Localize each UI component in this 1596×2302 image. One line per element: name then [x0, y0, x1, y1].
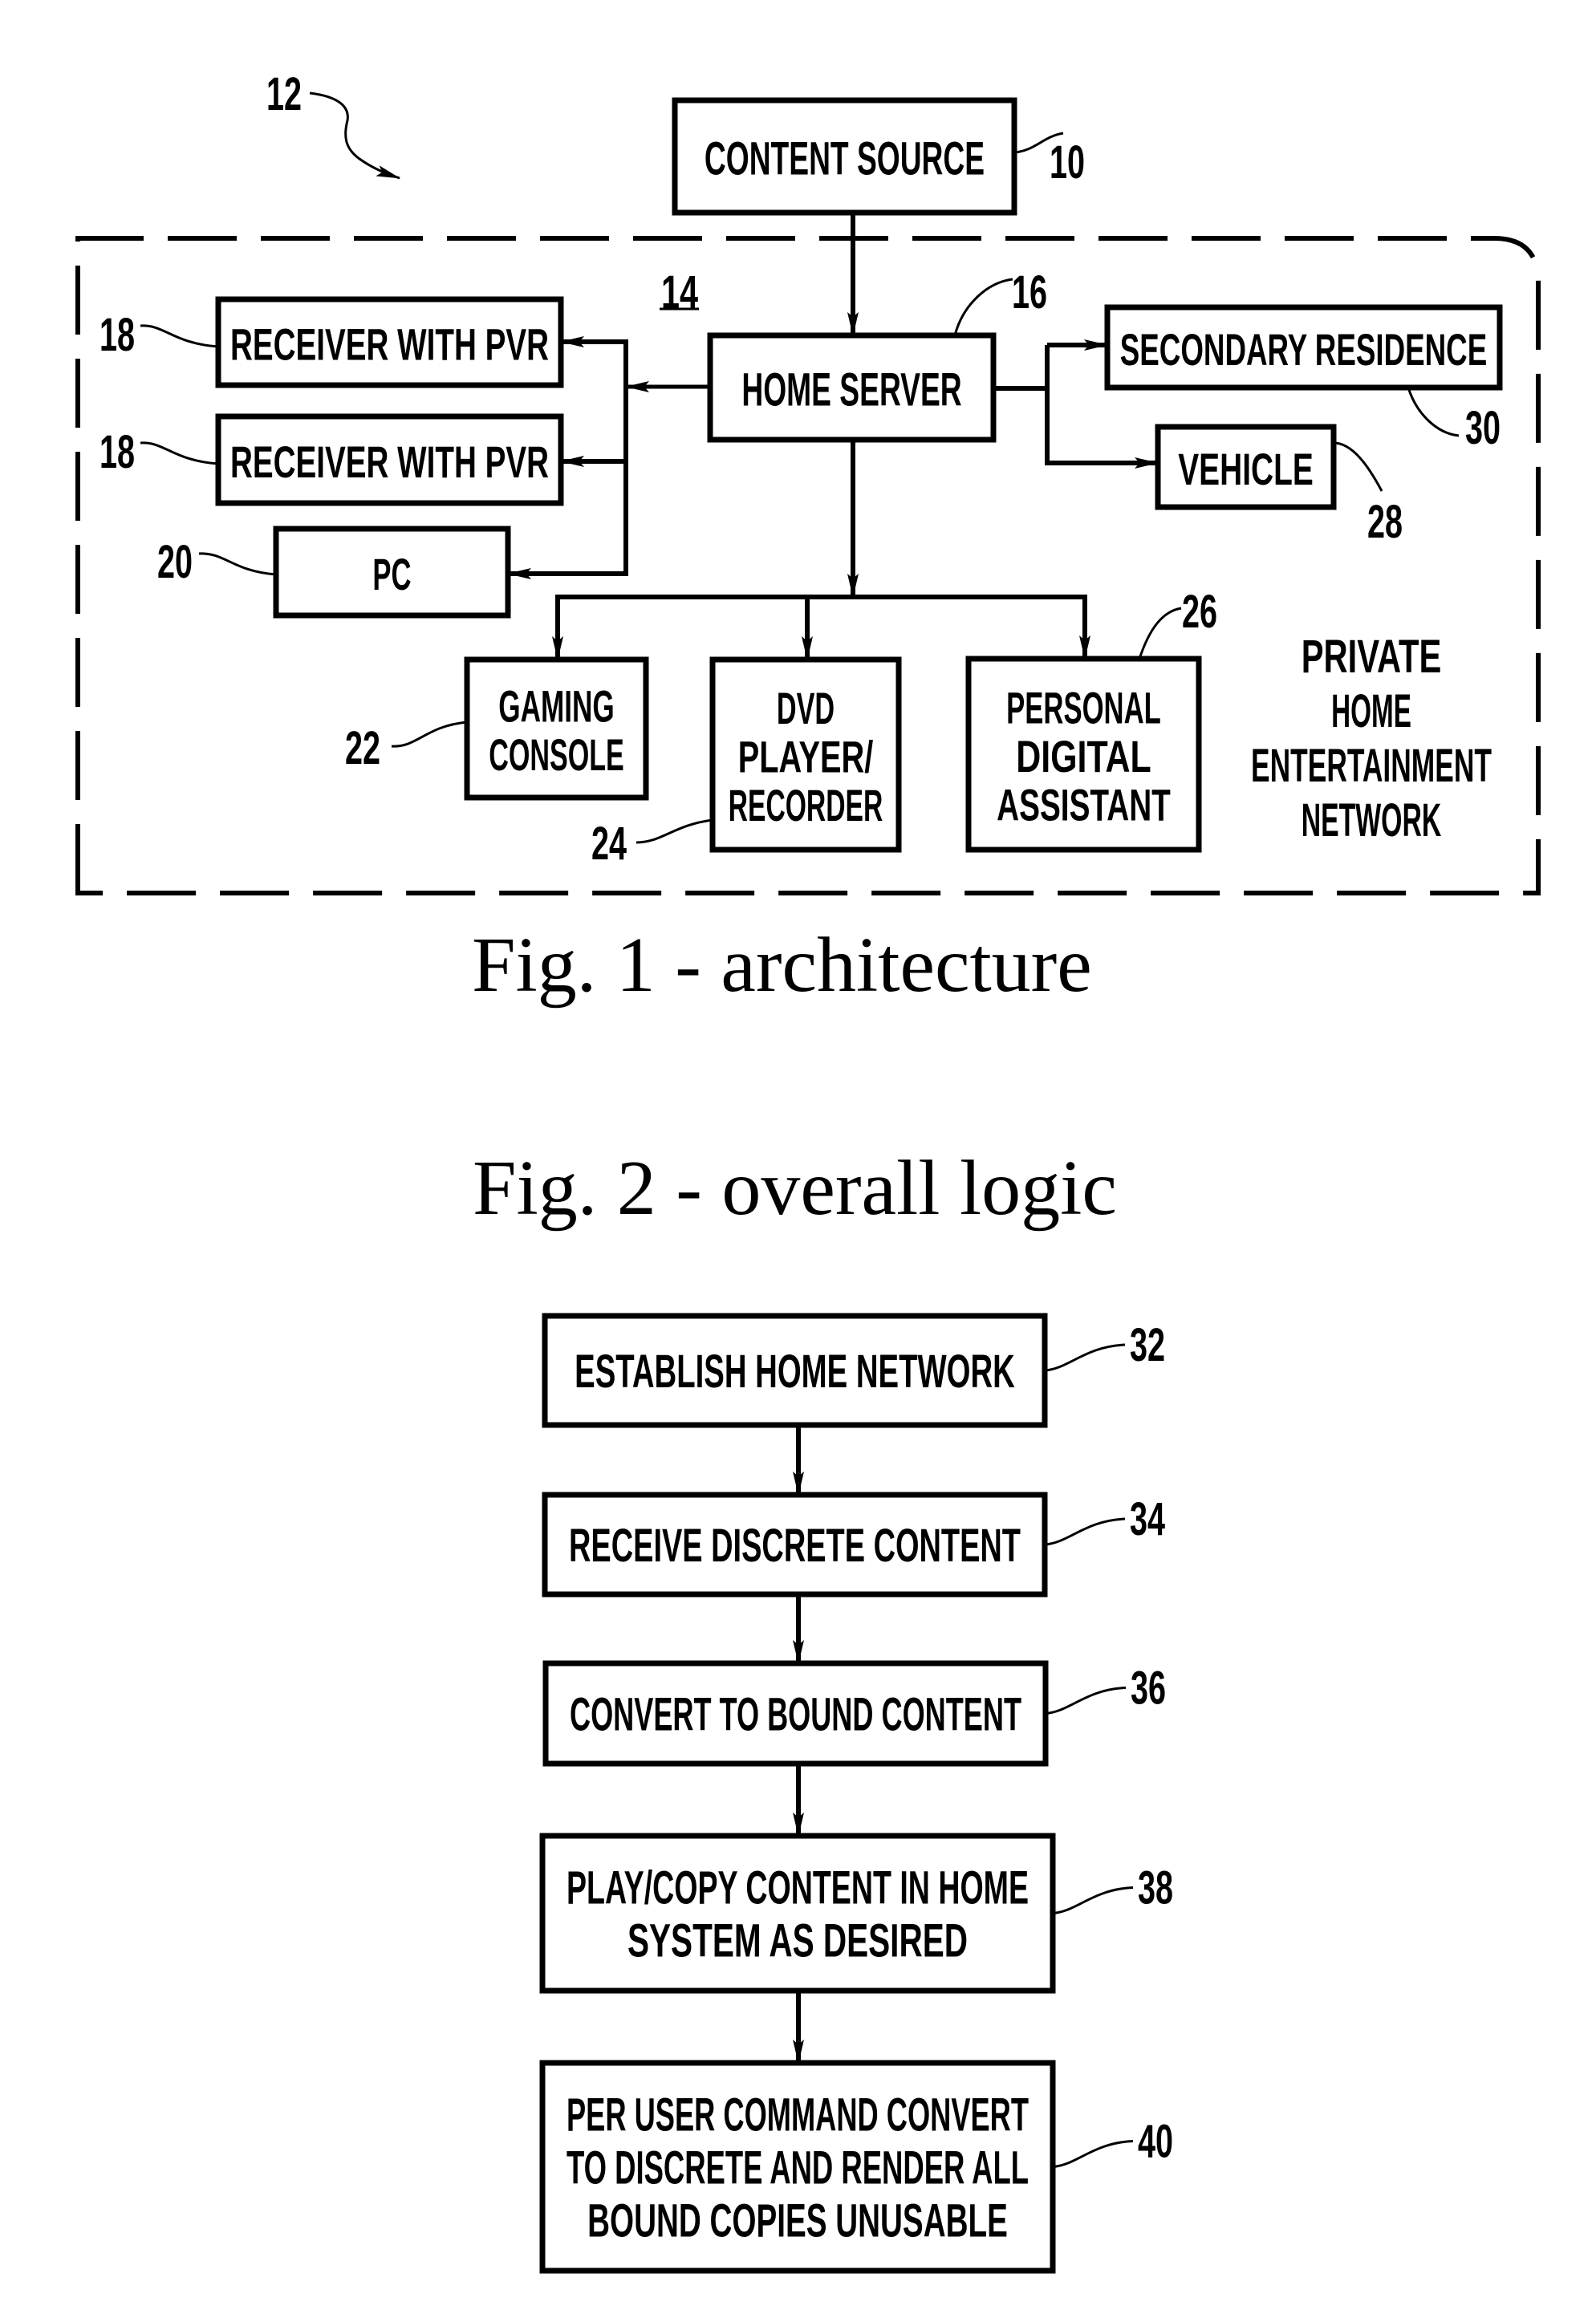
flow-step-label: BOUND COPIES UNUSABLE: [587, 2195, 1008, 2247]
ref-label-18: 18: [99, 309, 135, 361]
secondary-residence-label: SECONDARY RESIDENCE: [1120, 324, 1488, 375]
ref-leader-26: [1138, 607, 1182, 660]
ref-label-12: 12: [266, 68, 302, 120]
pda-label: ASSISTANT: [997, 779, 1171, 830]
ref-label-28: 28: [1367, 496, 1403, 548]
network-label-line: NETWORK: [1302, 794, 1442, 847]
ref-label-18: 18: [99, 426, 135, 478]
flow-step-label: PER USER COMMAND CONVERT: [567, 2089, 1029, 2142]
network-label: PRIVATEHOMEENTERTAINMENTNETWORK: [1251, 631, 1492, 847]
ref-leader-40: [1052, 2140, 1134, 2168]
flow-step: PLAY/COPY CONTENT IN HOMESYSTEM AS DESIR…: [539, 1833, 1173, 1994]
figure-2: Fig. 2 - overall logic ESTABLISH HOME NE…: [473, 1145, 1173, 2274]
ref-leader-36: [1045, 1687, 1127, 1715]
figure-1: 12 14 CONTENT SOURCE 10 HOME SERVER 16 RECEI…: [75, 68, 1541, 1009]
flow-step-label: PLAY/COPY CONTENT IN HOME: [567, 1862, 1029, 1914]
system-pointer-arrow: [309, 91, 400, 180]
flow-step-label: SYSTEM AS DESIRED: [627, 1915, 968, 1967]
ref-leader-24: [636, 818, 713, 844]
dvd-label: RECORDER: [729, 780, 883, 830]
ref-label-36: 36: [1131, 1663, 1166, 1715]
content-source-label: CONTENT SOURCE: [705, 133, 985, 185]
pc-label: PC: [372, 549, 411, 599]
ref-label-16: 16: [1012, 266, 1047, 319]
ref-leader-32: [1044, 1343, 1126, 1372]
receiver-1-label: RECEIVER WITH PVR: [230, 319, 549, 369]
node-content-source: CONTENT SOURCE 10: [672, 97, 1085, 216]
right-bus: [993, 345, 1050, 391]
ref-leader-28: [1333, 441, 1383, 492]
flow-step: ESTABLISH HOME NETWORK 32: [542, 1313, 1165, 1428]
gaming-console-label: CONSOLE: [489, 729, 624, 780]
home-server-label: HOME SERVER: [741, 364, 961, 416]
ref-label-32: 32: [1130, 1319, 1165, 1371]
dvd-label: PLAYER/: [738, 731, 874, 782]
pda-label: DIGITAL: [1016, 731, 1151, 782]
ref-leader-30: [1407, 387, 1460, 437]
flow-step-label: RECEIVE DISCRETE CONTENT: [569, 1520, 1021, 1572]
node-home-server: HOME SERVER 16: [707, 266, 1047, 443]
gaming-console-label: GAMING: [498, 681, 614, 732]
node-pda: PERSONALDIGITALASSISTANT 26: [965, 586, 1217, 853]
ref-leader-38: [1052, 1886, 1134, 1914]
flow-step: CONVERT TO BOUND CONTENT 36: [542, 1660, 1166, 1767]
node-pc: PC 20: [157, 526, 511, 619]
ref-leader-16: [953, 278, 1013, 336]
flow-step-label: ESTABLISH HOME NETWORK: [575, 1346, 1015, 1398]
flow-step-label: TO DISCRETE AND RENDER ALL: [567, 2142, 1029, 2194]
network-label-line: ENTERTAINMENT: [1251, 740, 1492, 792]
node-gaming-console: GAMINGCONSOLE 22: [345, 656, 649, 801]
figure-1-caption: Fig. 1 - architecture: [472, 922, 1092, 1009]
ref-label-20: 20: [157, 536, 193, 588]
patent-drawing: 12 14 CONTENT SOURCE 10 HOME SERVER 16 RECEI…: [75, 68, 1541, 2274]
flow-step: RECEIVE DISCRETE CONTENT 34: [542, 1492, 1165, 1598]
figure-2-caption: Fig. 2 - overall logic: [473, 1145, 1117, 1232]
ref-leader-34: [1044, 1517, 1126, 1546]
node-receiver-2: RECEIVER WITH PVR 18: [99, 413, 564, 506]
ref-label-30: 30: [1465, 402, 1501, 454]
flow-step: PER USER COMMAND CONVERTTO DISCRETE AND …: [539, 2060, 1173, 2274]
ref-leader-22: [391, 721, 468, 748]
ref-leader-18: [140, 324, 219, 348]
ref-label-24: 24: [591, 818, 627, 870]
ref-label-38: 38: [1138, 1862, 1173, 1914]
network-label-line: PRIVATE: [1302, 631, 1442, 683]
ref-leader-18: [140, 441, 219, 465]
pda-label: PERSONAL: [1006, 682, 1161, 733]
vehicle-label: VEHICLE: [1178, 444, 1314, 494]
dvd-label: DVD: [777, 683, 835, 733]
receiver-2-label: RECEIVER WITH PVR: [230, 436, 549, 487]
ref-leader-20: [198, 552, 277, 576]
ref-label-40: 40: [1138, 2116, 1173, 2168]
node-receiver-1: RECEIVER WITH PVR 18: [99, 296, 564, 388]
ref-label-10: 10: [1050, 136, 1085, 189]
network-label-line: HOME: [1331, 685, 1411, 737]
flow-step-label: CONVERT TO BOUND CONTENT: [570, 1689, 1021, 1741]
bottom-bus: [555, 595, 1087, 660]
ref-label-22: 22: [345, 722, 380, 774]
ref-label-26: 26: [1182, 586, 1217, 638]
ref-label-34: 34: [1130, 1493, 1165, 1545]
node-vehicle: VEHICLE 28: [1155, 424, 1403, 548]
edge-to-vehicle: [1045, 388, 1159, 469]
ref-label-14: 14: [661, 266, 698, 319]
